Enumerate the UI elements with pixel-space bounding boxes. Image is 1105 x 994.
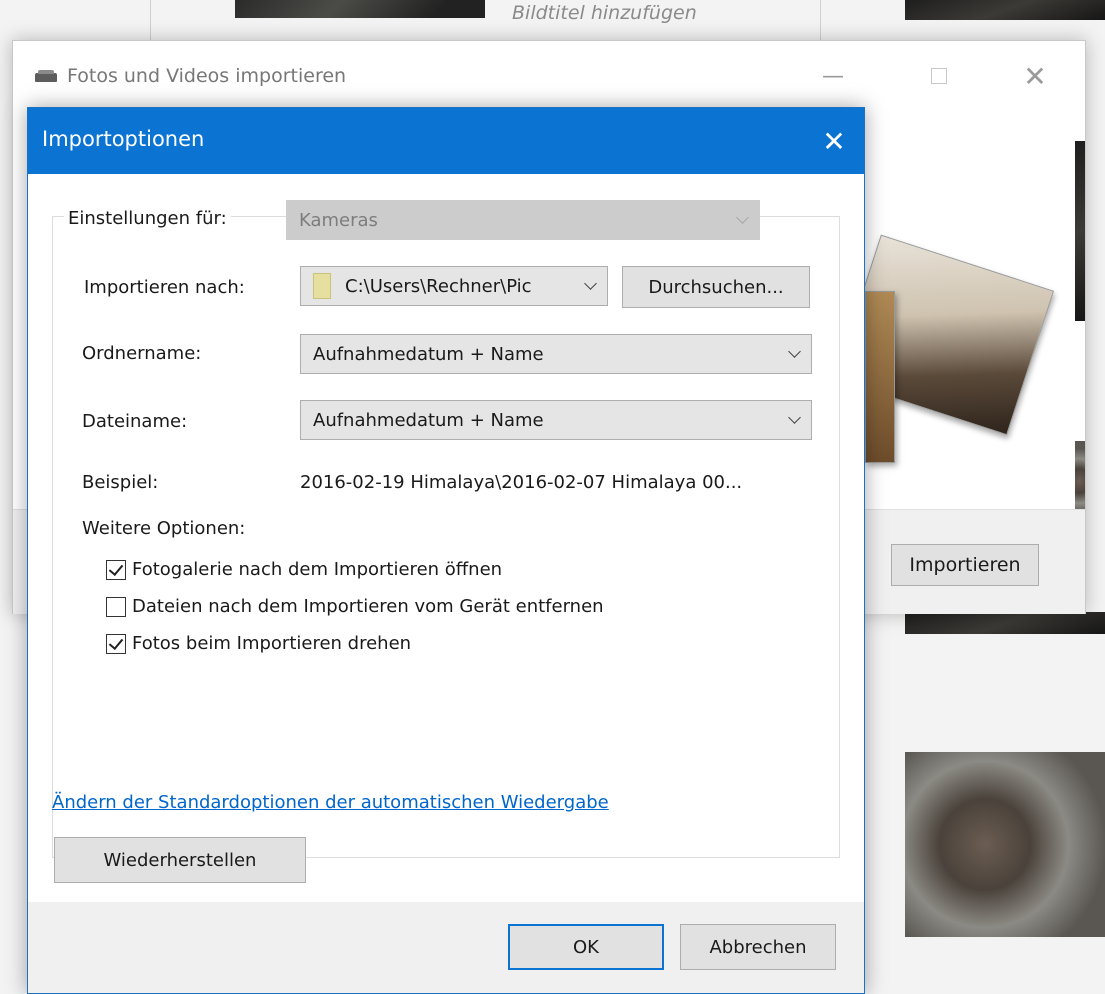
close-icon[interactable]: ✕ [814, 121, 854, 161]
chevron-down-icon [788, 411, 801, 424]
option-rotate-photos[interactable]: Fotos beim Importieren drehen [106, 633, 411, 654]
close-icon[interactable]: ✕ [1015, 59, 1055, 93]
gallery-divider [150, 0, 151, 40]
option-delete-from-device[interactable]: Dateien nach dem Importieren vom Gerät e… [106, 596, 604, 617]
gallery-divider [820, 0, 821, 40]
checkbox-checked[interactable] [106, 559, 126, 580]
option-open-gallery-label: Fotogalerie nach dem Importieren öffnen [132, 559, 503, 580]
folder-name-value: Aufnahmedatum + Name [313, 343, 544, 365]
file-name-select[interactable]: Aufnahmedatum + Name [300, 400, 812, 440]
preview-photo [865, 291, 895, 463]
minimize-icon[interactable]: — [813, 59, 853, 93]
settings-for-value: Kameras [299, 209, 378, 231]
window-title: Fotos und Videos importieren [35, 61, 346, 91]
cancel-button[interactable]: Abbrechen [680, 924, 836, 970]
autoplay-settings-link[interactable]: Ändern der Standardoptionen der automati… [52, 792, 609, 813]
dialog-title: Importoptionen [42, 127, 205, 151]
gallery-thumbnail [905, 0, 1105, 20]
settings-for-label: Einstellungen für: [64, 208, 231, 229]
checkbox-checked[interactable] [106, 633, 126, 654]
chevron-down-icon [584, 277, 597, 290]
import-to-label: Importieren nach: [84, 277, 245, 298]
folder-name-select[interactable]: Aufnahmedatum + Name [300, 334, 812, 374]
gallery-caption: Bildtitel hinzufügen [512, 2, 697, 24]
browse-button[interactable]: Durchsuchen... [622, 266, 810, 308]
folder-icon [313, 273, 331, 299]
file-name-label: Dateiname: [82, 411, 188, 432]
maximize-icon[interactable] [919, 59, 959, 93]
dialog-titlebar: Importoptionen ✕ [28, 108, 864, 174]
window-title-text: Fotos und Videos importieren [67, 65, 347, 87]
restore-button[interactable]: Wiederherstellen [54, 837, 306, 883]
gallery-thumbnail [905, 752, 1105, 937]
folder-name-label: Ordnername: [82, 343, 202, 364]
more-options-label: Weitere Optionen: [82, 518, 246, 539]
option-open-gallery[interactable]: Fotogalerie nach dem Importieren öffnen [106, 559, 502, 580]
preview-thumbnail [1075, 141, 1085, 321]
gallery-thumbnail [905, 612, 1105, 634]
example-value: 2016-02-19 Himalaya\2016-02-07 Himalaya … [300, 472, 743, 493]
import-to-value: C:\Users\Rechner\Pic [345, 275, 532, 297]
gallery-thumbnail [235, 0, 485, 18]
example-label: Beispiel: [82, 472, 159, 493]
option-rotate-photos-label: Fotos beim Importieren drehen [132, 633, 412, 654]
import-button[interactable]: Importieren [891, 544, 1039, 586]
chevron-down-icon [788, 345, 801, 358]
settings-for-select: Kameras [286, 200, 760, 240]
drive-icon [35, 70, 57, 82]
chevron-down-icon [736, 211, 749, 224]
ok-button[interactable]: OK [508, 924, 664, 970]
import-to-select[interactable]: C:\Users\Rechner\Pic [300, 266, 608, 306]
file-name-value: Aufnahmedatum + Name [313, 409, 544, 431]
option-delete-from-device-label: Dateien nach dem Importieren vom Gerät e… [132, 596, 604, 617]
checkbox-unchecked[interactable] [106, 596, 126, 617]
import-options-dialog: Importoptionen ✕ Einstellungen für: Kame… [27, 107, 865, 994]
